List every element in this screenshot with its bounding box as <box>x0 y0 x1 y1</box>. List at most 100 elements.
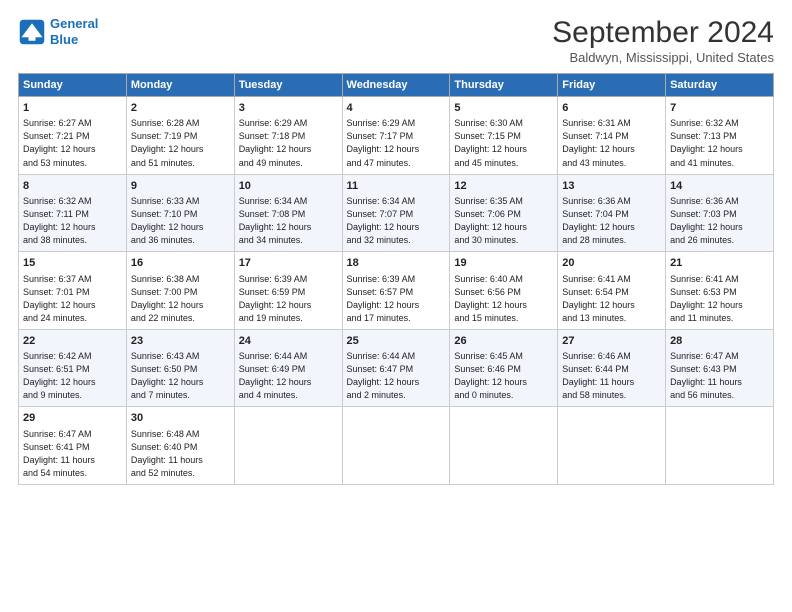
col-header-sunday: Sunday <box>19 74 127 97</box>
logo: General Blue <box>18 16 98 47</box>
cell-content: Sunrise: 6:31 AMSunset: 7:14 PMDaylight:… <box>562 117 661 169</box>
cell-0-4: 5Sunrise: 6:30 AMSunset: 7:15 PMDaylight… <box>450 97 558 175</box>
day-number: 16 <box>131 256 230 271</box>
cell-content: Sunrise: 6:32 AMSunset: 7:11 PMDaylight:… <box>23 195 122 247</box>
cell-content: Sunrise: 6:40 AMSunset: 6:56 PMDaylight:… <box>454 273 553 325</box>
cell-2-2: 17 Sunrise: 6:39 AMSunset: 6:59 PMDayligh… <box>234 252 342 330</box>
logo-line1: General <box>50 16 98 31</box>
day-number: 24 <box>239 334 338 349</box>
subtitle: Baldwyn, Mississippi, United States <box>552 50 774 65</box>
cell-1-3: 11Sunrise: 6:34 AMSunset: 7:07 PMDayligh… <box>342 174 450 252</box>
cell-0-1: 2Sunrise: 6:28 AMSunset: 7:19 PMDaylight… <box>126 97 234 175</box>
cell-content: Sunrise: 6:39 AMSunset: 6:59 PMDaylight:… <box>239 273 338 325</box>
day-number: 11 <box>347 179 446 194</box>
cell-3-5: 27Sunrise: 6:46 AMSunset: 6:44 PMDayligh… <box>558 329 666 407</box>
col-header-wednesday: Wednesday <box>342 74 450 97</box>
cell-content: Sunrise: 6:29 AMSunset: 7:17 PMDaylight:… <box>347 117 446 169</box>
day-number: 30 <box>131 411 230 426</box>
col-header-tuesday: Tuesday <box>234 74 342 97</box>
day-number: 12 <box>454 179 553 194</box>
cell-4-0: 29 Sunrise: 6:47 AMSunset: 6:41 PMDayligh… <box>19 407 127 485</box>
col-header-thursday: Thursday <box>450 74 558 97</box>
cell-2-3: 18Sunrise: 6:39 AMSunset: 6:57 PMDayligh… <box>342 252 450 330</box>
cell-content: Sunrise: 6:35 AMSunset: 7:06 PMDaylight:… <box>454 195 553 247</box>
day-number: 9 <box>131 179 230 194</box>
cell-content: Sunrise: 6:33 AMSunset: 7:10 PMDaylight:… <box>131 195 230 247</box>
day-number: 19 <box>454 256 553 271</box>
cell-1-1: 9Sunrise: 6:33 AMSunset: 7:10 PMDaylight… <box>126 174 234 252</box>
cell-1-6: 14Sunrise: 6:36 AMSunset: 7:03 PMDayligh… <box>666 174 774 252</box>
day-number: 23 <box>131 334 230 349</box>
cell-2-6: 21 Sunrise: 6:41 AMSunset: 6:53 PMDayligh… <box>666 252 774 330</box>
week-row-3: 22Sunrise: 6:42 AMSunset: 6:51 PMDayligh… <box>19 329 774 407</box>
day-number: 26 <box>454 334 553 349</box>
logo-icon <box>18 18 46 46</box>
header: General Blue September 2024 Baldwyn, Mis… <box>18 16 774 65</box>
cell-content: Sunrise: 6:47 AMSunset: 6:43 PMDaylight:… <box>670 350 769 402</box>
day-number: 20 <box>562 256 661 271</box>
cell-1-4: 12Sunrise: 6:35 AMSunset: 7:06 PMDayligh… <box>450 174 558 252</box>
cell-4-2 <box>234 407 342 485</box>
cell-3-4: 26Sunrise: 6:45 AMSunset: 6:46 PMDayligh… <box>450 329 558 407</box>
cell-2-4: 19 Sunrise: 6:40 AMSunset: 6:56 PMDayligh… <box>450 252 558 330</box>
cell-4-5 <box>558 407 666 485</box>
cell-4-4 <box>450 407 558 485</box>
cell-content: Sunrise: 6:44 AMSunset: 6:49 PMDaylight:… <box>239 350 338 402</box>
day-number: 29 <box>23 411 122 426</box>
cell-content: Sunrise: 6:44 AMSunset: 6:47 PMDaylight:… <box>347 350 446 402</box>
cell-content: Sunrise: 6:47 AMSunset: 6:41 PMDaylight:… <box>23 428 122 480</box>
week-row-4: 29 Sunrise: 6:47 AMSunset: 6:41 PMDayligh… <box>19 407 774 485</box>
cell-content: Sunrise: 6:41 AMSunset: 6:53 PMDaylight:… <box>670 273 769 325</box>
cell-2-5: 20 Sunrise: 6:41 AMSunset: 6:54 PMDayligh… <box>558 252 666 330</box>
cell-content: Sunrise: 6:38 AMSunset: 7:00 PMDaylight:… <box>131 273 230 325</box>
day-number: 4 <box>347 101 446 116</box>
page: General Blue September 2024 Baldwyn, Mis… <box>0 0 792 612</box>
logo-text: General Blue <box>50 16 98 47</box>
day-number: 1 <box>23 101 122 116</box>
cell-content: Sunrise: 6:39 AMSunset: 6:57 PMDaylight:… <box>347 273 446 325</box>
day-number: 7 <box>670 101 769 116</box>
day-number: 5 <box>454 101 553 116</box>
cell-0-2: 3Sunrise: 6:29 AMSunset: 7:18 PMDaylight… <box>234 97 342 175</box>
cell-content: Sunrise: 6:30 AMSunset: 7:15 PMDaylight:… <box>454 117 553 169</box>
cell-3-6: 28Sunrise: 6:47 AMSunset: 6:43 PMDayligh… <box>666 329 774 407</box>
cell-3-3: 25Sunrise: 6:44 AMSunset: 6:47 PMDayligh… <box>342 329 450 407</box>
cell-content: Sunrise: 6:43 AMSunset: 6:50 PMDaylight:… <box>131 350 230 402</box>
day-number: 27 <box>562 334 661 349</box>
day-number: 3 <box>239 101 338 116</box>
cell-content: Sunrise: 6:45 AMSunset: 6:46 PMDaylight:… <box>454 350 553 402</box>
cell-content: Sunrise: 6:48 AMSunset: 6:40 PMDaylight:… <box>131 428 230 480</box>
col-header-monday: Monday <box>126 74 234 97</box>
cell-content: Sunrise: 6:37 AMSunset: 7:01 PMDaylight:… <box>23 273 122 325</box>
week-row-2: 15 Sunrise: 6:37 AMSunset: 7:01 PMDayligh… <box>19 252 774 330</box>
cell-1-0: 8Sunrise: 6:32 AMSunset: 7:11 PMDaylight… <box>19 174 127 252</box>
cell-0-6: 7Sunrise: 6:32 AMSunset: 7:13 PMDaylight… <box>666 97 774 175</box>
cell-content: Sunrise: 6:34 AMSunset: 7:08 PMDaylight:… <box>239 195 338 247</box>
calendar-table: SundayMondayTuesdayWednesdayThursdayFrid… <box>18 73 774 485</box>
day-number: 17 <box>239 256 338 271</box>
col-header-friday: Friday <box>558 74 666 97</box>
cell-content: Sunrise: 6:34 AMSunset: 7:07 PMDaylight:… <box>347 195 446 247</box>
day-number: 6 <box>562 101 661 116</box>
day-number: 21 <box>670 256 769 271</box>
day-number: 15 <box>23 256 122 271</box>
day-number: 28 <box>670 334 769 349</box>
day-number: 13 <box>562 179 661 194</box>
col-header-saturday: Saturday <box>666 74 774 97</box>
cell-content: Sunrise: 6:29 AMSunset: 7:18 PMDaylight:… <box>239 117 338 169</box>
day-number: 10 <box>239 179 338 194</box>
cell-content: Sunrise: 6:41 AMSunset: 6:54 PMDaylight:… <box>562 273 661 325</box>
cell-4-6 <box>666 407 774 485</box>
cell-4-1: 30 Sunrise: 6:48 AMSunset: 6:40 PMDayligh… <box>126 407 234 485</box>
cell-0-3: 4Sunrise: 6:29 AMSunset: 7:17 PMDaylight… <box>342 97 450 175</box>
cell-2-0: 15 Sunrise: 6:37 AMSunset: 7:01 PMDayligh… <box>19 252 127 330</box>
cell-content: Sunrise: 6:32 AMSunset: 7:13 PMDaylight:… <box>670 117 769 169</box>
day-number: 14 <box>670 179 769 194</box>
cell-3-0: 22Sunrise: 6:42 AMSunset: 6:51 PMDayligh… <box>19 329 127 407</box>
logo-line2: Blue <box>50 32 78 47</box>
title-block: September 2024 Baldwyn, Mississippi, Uni… <box>552 16 774 65</box>
cell-3-1: 23Sunrise: 6:43 AMSunset: 6:50 PMDayligh… <box>126 329 234 407</box>
cell-content: Sunrise: 6:36 AMSunset: 7:03 PMDaylight:… <box>670 195 769 247</box>
main-title: September 2024 <box>552 16 774 50</box>
cell-content: Sunrise: 6:28 AMSunset: 7:19 PMDaylight:… <box>131 117 230 169</box>
